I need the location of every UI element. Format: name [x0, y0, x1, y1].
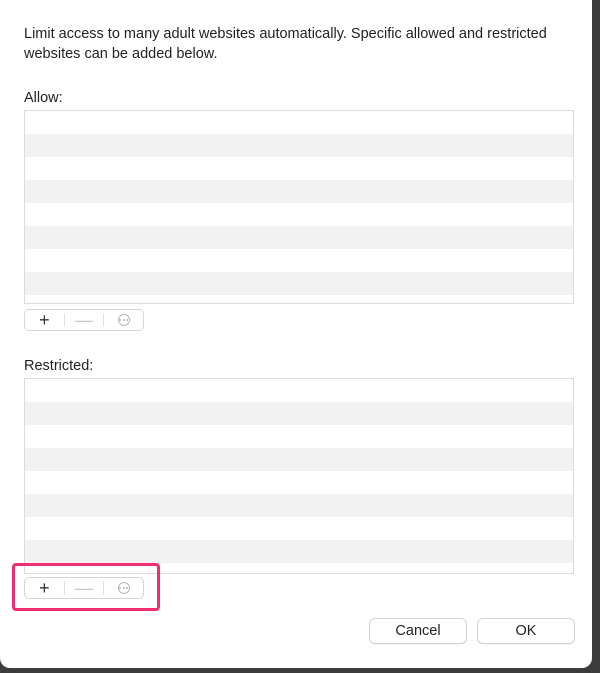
highlight-box — [12, 563, 160, 611]
restricted-list[interactable] — [24, 378, 574, 574]
allow-list[interactable] — [24, 110, 574, 304]
ok-button[interactable]: OK — [477, 618, 575, 644]
allow-label: Allow: — [24, 90, 63, 106]
allow-more-button[interactable] — [104, 310, 143, 330]
dialog-sheet: Limit access to many adult websites auto… — [0, 0, 592, 668]
allow-remove-button[interactable]: — — [65, 310, 104, 330]
description-text: Limit access to many adult websites auto… — [24, 26, 547, 62]
allow-add-button[interactable]: + — [25, 310, 64, 330]
ellipsis-circle-icon — [117, 314, 130, 326]
allow-list-toolbar: + — — [24, 309, 144, 331]
restricted-label: Restricted: — [24, 358, 94, 374]
cancel-button[interactable]: Cancel — [369, 618, 467, 644]
